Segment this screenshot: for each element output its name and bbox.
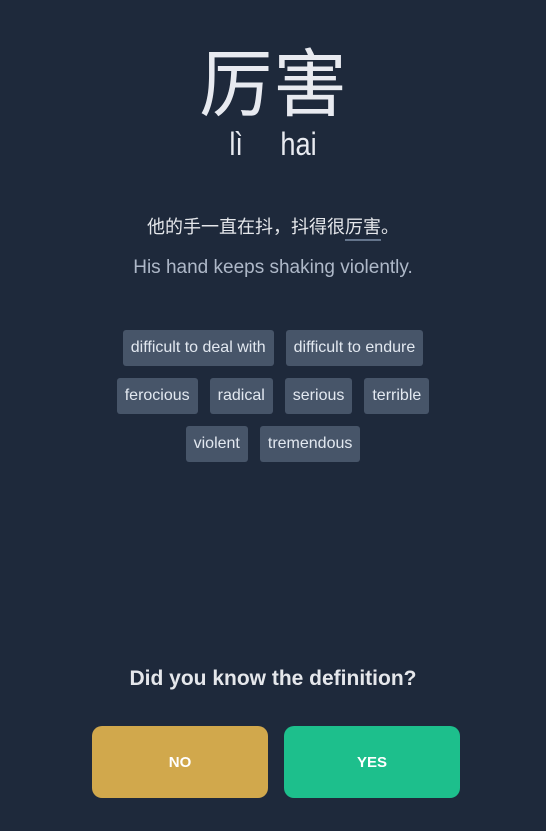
example-highlighted-word: 厉害 [345,217,381,241]
example-sentence-english: His hand keeps shaking violently. [133,257,413,278]
example-text-before: 他的手一直在抖，抖得很 [147,217,345,238]
definition-chip: serious [284,378,353,414]
definition-chip: difficult to endure [285,330,424,366]
example-sentence-chinese: 他的手一直在抖，抖得很厉害。 [0,214,546,242]
definition-chip: terrible [364,378,430,414]
definitions-list: difficult to deal with difficult to endu… [0,330,546,474]
definition-chip: ferocious [116,378,198,414]
definition-chip: difficult to deal with [122,330,274,366]
pinyin-syllable-1: lì [229,126,243,162]
definition-row: violent tremendous [0,426,546,462]
hanzi-word: 厉害 [199,42,347,128]
definition-chip: tremendous [259,426,361,462]
pinyin: lì hai [41,124,505,164]
knowledge-question: Did you know the definition? [129,667,417,690]
definition-chip: radical [209,378,273,414]
yes-button[interactable]: YES [284,726,460,798]
definition-row: difficult to deal with difficult to endu… [0,330,546,366]
definition-row: ferocious radical serious terrible [0,378,546,414]
pinyin-syllable-2: hai [280,126,317,162]
example-text-after: 。 [381,217,399,238]
flashcard: 厉害 lì hai 他的手一直在抖，抖得很厉害。 His hand keeps … [0,0,546,831]
no-button[interactable]: NO [92,726,268,798]
definition-chip: violent [185,426,248,462]
